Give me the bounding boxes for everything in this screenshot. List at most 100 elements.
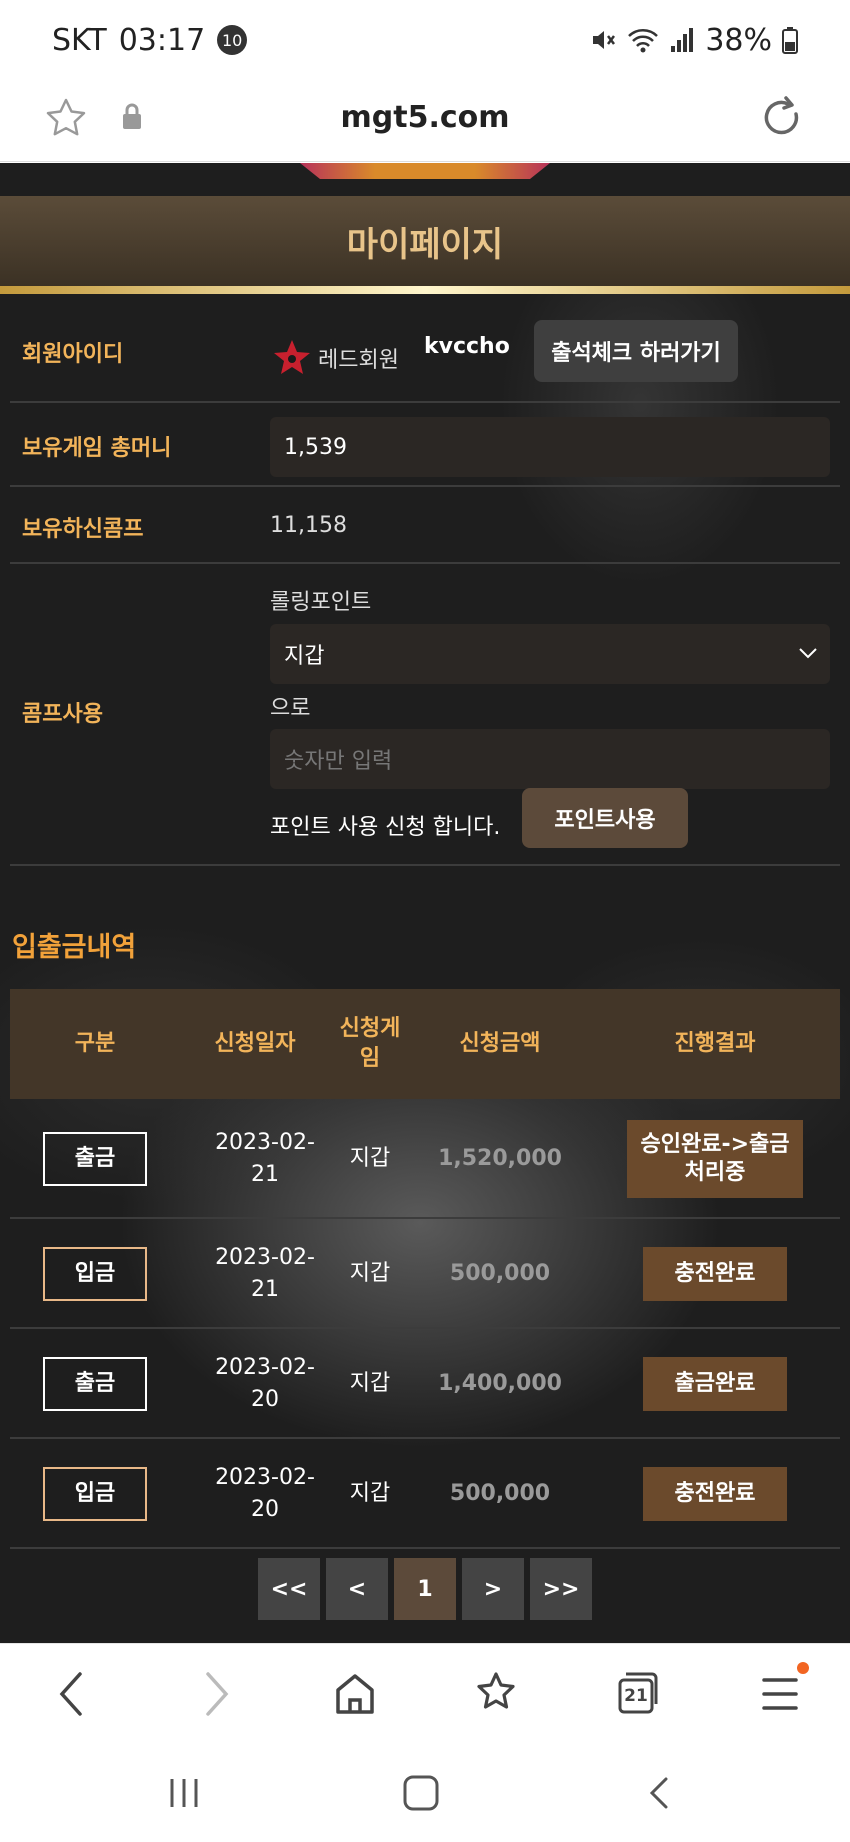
amount-cell: 500,000 bbox=[449, 1261, 551, 1286]
date-cell: 2023-02-21 bbox=[215, 1130, 315, 1187]
home-icon[interactable] bbox=[334, 1666, 376, 1722]
game-money-value: 1,539 bbox=[270, 417, 830, 477]
game-money-row: 보유게임 총머니 1,539 bbox=[10, 405, 840, 487]
header-ornament bbox=[300, 163, 550, 179]
comp-row: 보유하신콤프 11,158 bbox=[10, 489, 840, 564]
date-cell: 2023-02-20 bbox=[215, 1465, 315, 1522]
page-current-button[interactable]: 1 bbox=[394, 1558, 456, 1620]
result-cell: 출금완료 bbox=[590, 1331, 840, 1437]
col-game: 신청게임 bbox=[339, 1016, 401, 1071]
type-badge: 입금 bbox=[43, 1467, 147, 1521]
browser-url-bar: mgt5.com bbox=[0, 80, 850, 162]
result-status-button[interactable]: 승인완료->출금처리중 bbox=[627, 1120, 803, 1198]
bookmarks-icon[interactable] bbox=[474, 1666, 518, 1722]
menu-icon[interactable] bbox=[760, 1666, 800, 1722]
mute-icon bbox=[593, 31, 616, 49]
result-cell: 충전완료 bbox=[590, 1441, 840, 1547]
chevron-down-icon bbox=[799, 648, 817, 659]
member-id-label: 회원아이디 bbox=[22, 342, 124, 367]
status-left: SKT 03:17 10 bbox=[52, 22, 248, 58]
battery-icon bbox=[782, 27, 798, 54]
page-title-bar: 마이페이지 bbox=[0, 196, 850, 286]
carrier: SKT bbox=[52, 22, 107, 58]
page-next-button[interactable]: > bbox=[462, 1558, 524, 1620]
table-row: 입금 2023-02-20 지갑 500,000 충전완료 bbox=[10, 1441, 840, 1549]
col-date: 신청일자 bbox=[214, 1031, 296, 1056]
wallet-select-value: 지갑 bbox=[284, 644, 325, 669]
rank-star-icon bbox=[274, 340, 310, 374]
type-cell: 출금 bbox=[10, 1101, 180, 1217]
pagination: << < 1 > >> bbox=[258, 1558, 592, 1620]
type-badge: 출금 bbox=[43, 1357, 147, 1411]
history-table-header: 구분 신청일자 신청게임 신청금액 진행결과 bbox=[10, 989, 840, 1099]
table-row: 입금 2023-02-21 지갑 500,000 충전완료 bbox=[10, 1221, 840, 1329]
point-amount-input[interactable]: 숫자만 입력 bbox=[270, 729, 830, 789]
signal-icon bbox=[671, 28, 694, 52]
url-text[interactable]: mgt5.com bbox=[0, 100, 850, 135]
page-last-button[interactable]: >> bbox=[530, 1558, 592, 1620]
page-prev-button[interactable]: < bbox=[326, 1558, 388, 1620]
game-cell: 지갑 bbox=[349, 1261, 391, 1286]
game-cell: 지갑 bbox=[349, 1481, 391, 1506]
status-bar: SKT 03:17 10 38% bbox=[0, 0, 850, 80]
amount-cell: 1,520,000 bbox=[438, 1146, 562, 1171]
wallet-select[interactable]: 지갑 bbox=[270, 624, 830, 684]
game-money-label: 보유게임 총머니 bbox=[22, 436, 172, 461]
forward-icon[interactable] bbox=[196, 1666, 236, 1722]
wifi-icon bbox=[628, 29, 659, 53]
attendance-check-button[interactable]: 출석체크 하러가기 bbox=[534, 320, 738, 382]
comp-value: 11,158 bbox=[270, 513, 347, 538]
comp-label: 보유하신콤프 bbox=[22, 517, 144, 542]
type-cell: 입금 bbox=[10, 1221, 180, 1327]
home-nav-icon[interactable] bbox=[402, 1775, 440, 1811]
to-text: 으로 bbox=[270, 696, 311, 721]
amount-cell: 1,400,000 bbox=[438, 1371, 562, 1396]
page-first-button[interactable]: << bbox=[258, 1558, 320, 1620]
type-cell: 출금 bbox=[10, 1331, 180, 1437]
type-cell: 입금 bbox=[10, 1441, 180, 1547]
table-row: 출금 2023-02-21 지갑 1,520,000 승인완료->출금처리중 bbox=[10, 1101, 840, 1219]
col-amount: 신청금액 bbox=[459, 1031, 541, 1056]
clock: 03:17 bbox=[118, 22, 206, 58]
member-id-row: 회원아이디 레드회원 kvccho 출석체크 하러가기 bbox=[10, 306, 840, 403]
result-cell: 충전완료 bbox=[590, 1221, 840, 1327]
comp-use-label: 콤프사용 bbox=[22, 702, 103, 727]
title-underline bbox=[0, 286, 850, 294]
comp-use-row: 콤프사용 롤링포인트 지갑 으로 숫자만 입력 포인트 사용 신청 합니다. bbox=[10, 566, 840, 866]
result-status-button[interactable]: 출금완료 bbox=[643, 1357, 787, 1411]
status-right: 38% bbox=[589, 23, 798, 58]
battery-percent: 38% bbox=[705, 22, 772, 58]
date-cell: 2023-02-20 bbox=[215, 1355, 315, 1412]
type-badge: 입금 bbox=[43, 1247, 147, 1301]
page-content: 마이페이지 회원아이디 레드회원 kvccho 출석체크 하러가기 보유게임 총… bbox=[0, 163, 850, 1643]
point-amount-placeholder: 숫자만 입력 bbox=[284, 749, 393, 774]
recent-apps-icon[interactable] bbox=[166, 1775, 202, 1811]
history-title: 입출금내역 bbox=[12, 932, 137, 963]
back-nav-icon[interactable] bbox=[646, 1775, 672, 1811]
use-point-button[interactable]: 포인트사용 bbox=[522, 788, 688, 848]
result-status-button[interactable]: 충전완료 bbox=[643, 1467, 787, 1521]
back-icon[interactable] bbox=[52, 1666, 92, 1722]
system-navigation-bar bbox=[0, 1745, 850, 1842]
menu-notification-dot bbox=[797, 1662, 809, 1674]
rolling-point-label: 롤링포인트 bbox=[270, 590, 372, 615]
notification-count-badge: 10 bbox=[217, 25, 248, 55]
tabs-button[interactable]: 21 bbox=[616, 1666, 660, 1722]
type-badge: 출금 bbox=[43, 1132, 147, 1186]
tabs-count: 21 bbox=[624, 1686, 648, 1706]
result-status-button[interactable]: 충전완료 bbox=[643, 1247, 787, 1301]
rank-name: 레드회원 bbox=[318, 348, 399, 373]
point-request-text: 포인트 사용 신청 합니다. bbox=[270, 815, 501, 840]
table-row: 출금 2023-02-20 지갑 1,400,000 출금완료 bbox=[10, 1331, 840, 1439]
user-id: kvccho bbox=[424, 334, 510, 359]
game-cell: 지갑 bbox=[349, 1371, 391, 1396]
reload-icon[interactable] bbox=[758, 94, 806, 142]
browser-bottom-toolbar: 21 bbox=[0, 1643, 850, 1745]
page-title: 마이페이지 bbox=[346, 224, 504, 265]
col-result: 진행결과 bbox=[674, 1031, 756, 1056]
result-cell: 승인완료->출금처리중 bbox=[590, 1101, 840, 1217]
col-type: 구분 bbox=[74, 1031, 116, 1056]
date-cell: 2023-02-21 bbox=[215, 1245, 315, 1302]
amount-cell: 500,000 bbox=[449, 1481, 551, 1506]
game-cell: 지갑 bbox=[349, 1146, 391, 1171]
